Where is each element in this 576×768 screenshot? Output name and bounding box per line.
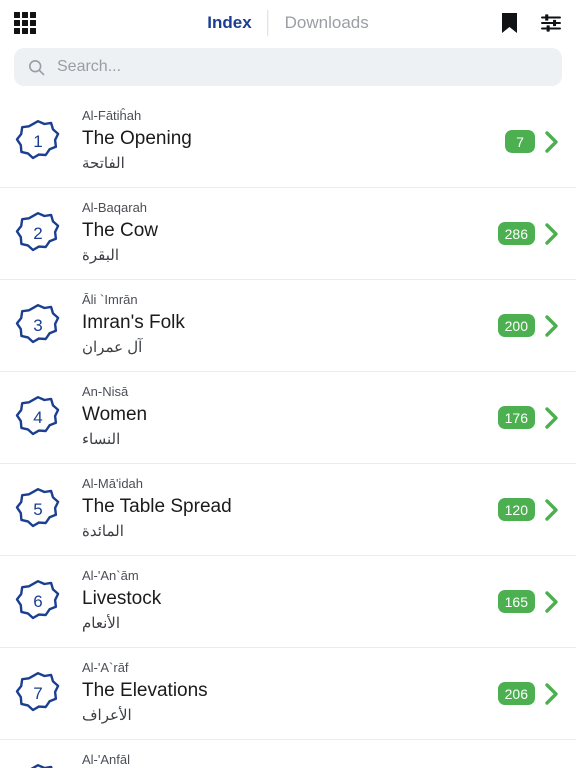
surah-transliteration: An-Nisā [82,383,129,399]
surah-number: 1 [33,132,43,151]
list-item-trailing: 200 [497,313,562,339]
list-item[interactable]: 3 Āli `Imrān Imran's Folk آل عمران 200 [0,280,576,372]
list-item-trailing: 7 [505,129,562,155]
search-bar-container: Search... [0,46,576,96]
surah-number-badge: 1 [14,118,62,166]
list-item[interactable]: 8 Al-'Anfāl The Spoils الأنفال 75 [0,740,576,768]
list-item-trailing: 120 [497,497,562,523]
chevron-right-icon[interactable] [542,129,562,155]
surah-transliteration: Al-'An`ām [82,567,139,583]
surah-english-name: Women [82,403,148,425]
sliders-settings-icon[interactable] [540,12,562,34]
chevron-right-icon[interactable] [542,681,562,707]
surah-number-badge: 6 [14,578,62,626]
surah-transliteration: Al-Mā'idah [82,475,144,491]
surah-arabic-name: النساء [82,430,121,448]
apps-grid-icon[interactable] [14,12,36,34]
surah-number: 2 [33,224,43,243]
surah-arabic-name: المائدة [82,522,124,540]
surah-text-block: Al-'A`rāf The Elevations الأعراف [82,660,498,727]
list-item[interactable]: 5 Al-Mā'idah The Table Spread المائدة 12… [0,464,576,556]
surah-english-name: The Table Spread [82,495,232,517]
chevron-right-icon[interactable] [542,313,562,339]
search-icon [28,59,45,75]
ayah-count-badge: 176 [497,406,535,429]
search-placeholder: Search... [57,58,122,75]
surah-arabic-name: الأعراف [82,706,132,724]
surah-number-badge: 7 [14,670,62,718]
surah-number: 6 [33,592,43,611]
surah-number: 3 [33,316,43,335]
list-item-trailing: 206 [497,681,562,707]
chevron-right-icon[interactable] [542,589,562,615]
surah-number-badge: 3 [14,302,62,350]
ayah-count-badge: 120 [497,498,535,521]
surah-transliteration: Āli `Imrān [82,291,138,307]
list-item[interactable]: 2 Al-Baqarah The Cow البقرة 286 [0,188,576,280]
surah-number: 4 [33,408,43,427]
surah-english-name: The Opening [82,127,192,149]
list-item[interactable]: 4 An-Nisā Women النساء 176 [0,372,576,464]
surah-english-name: Imran's Folk [82,311,185,333]
surah-english-name: Livestock [82,587,162,609]
surah-transliteration: Al-'Anfāl [82,751,131,767]
ayah-count-badge: 200 [497,314,535,337]
list-item[interactable]: 7 Al-'A`rāf The Elevations الأعراف 206 [0,648,576,740]
surah-text-block: Āli `Imrān Imran's Folk آل عمران [82,292,498,359]
search-input[interactable]: Search... [14,48,562,86]
ayah-count-badge: 165 [497,590,535,613]
chevron-right-icon[interactable] [542,497,562,523]
ayah-count-badge: 7 [505,130,535,153]
surah-number-badge: 8 [14,762,62,768]
surah-transliteration: Al-'A`rāf [82,659,129,675]
surah-number-badge: 5 [14,486,62,534]
tab-index[interactable]: Index [191,8,267,38]
surah-text-block: Al-Fātiĥah The Opening الفاتحة [82,108,505,175]
surah-number-badge: 2 [14,210,62,258]
list-item-trailing: 165 [497,589,562,615]
surah-text-block: Al-Mā'idah The Table Spread المائدة [82,476,498,543]
list-item-trailing: 176 [497,405,562,431]
ayah-count-badge: 206 [497,682,535,705]
list-item-trailing: 286 [497,221,562,247]
bookmark-icon[interactable] [501,12,518,34]
surah-arabic-name: الفاتحة [82,154,125,172]
tab-downloads[interactable]: Downloads [269,8,385,38]
surah-number: 7 [33,684,43,703]
list-item[interactable]: 1 Al-Fātiĥah The Opening الفاتحة 7 [0,96,576,188]
surah-transliteration: Al-Baqarah [82,199,148,215]
surah-text-block: An-Nisā Women النساء [82,384,498,451]
surah-text-block: Al-Baqarah The Cow البقرة [82,200,498,267]
chevron-right-icon[interactable] [542,405,562,431]
surah-transliteration: Al-Fātiĥah [82,107,142,123]
surah-english-name: The Elevations [82,679,208,701]
surah-number: 5 [33,500,43,519]
surah-list[interactable]: 1 Al-Fātiĥah The Opening الفاتحة 7 2 Al-… [0,96,576,768]
surah-arabic-name: آل عمران [82,338,143,356]
surah-english-name: The Cow [82,219,159,241]
chevron-right-icon[interactable] [542,221,562,247]
top-bar-actions [501,12,562,34]
surah-arabic-name: الأنعام [82,614,120,632]
surah-arabic-name: البقرة [82,246,119,264]
surah-text-block: Al-'An`ām Livestock الأنعام [82,568,498,635]
tab-bar: Index Downloads [191,8,385,38]
top-bar: Index Downloads [0,0,576,46]
ayah-count-badge: 286 [497,222,535,245]
list-item[interactable]: 6 Al-'An`ām Livestock الأنعام 165 [0,556,576,648]
surah-number-badge: 4 [14,394,62,442]
surah-text-block: Al-'Anfāl The Spoils الأنفال [82,752,505,768]
